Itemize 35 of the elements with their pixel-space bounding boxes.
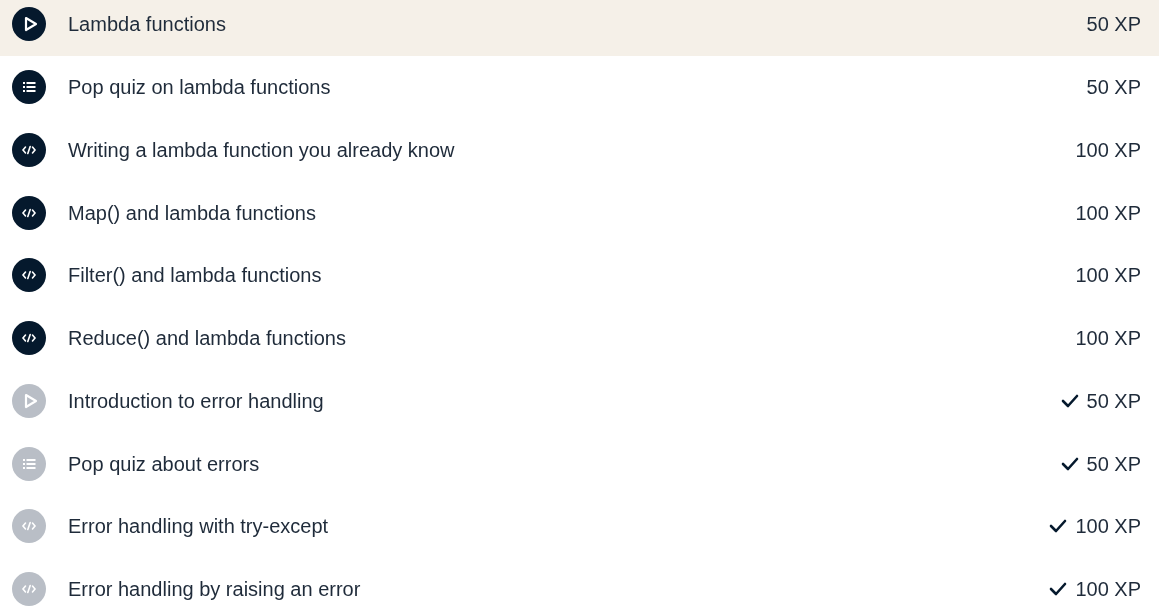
exercise-title: Writing a lambda function you already know [68,137,456,163]
exercise-title: Error handling with try-except [68,514,330,540]
code-icon [12,509,46,544]
exercise-title: Pop quiz on lambda functions [68,75,332,101]
exercise-row[interactable]: Lambda functions 50 XP [0,0,1159,56]
checkmark-icon [1060,393,1079,408]
code-icon [12,321,46,356]
play-icon [12,383,46,418]
xp-points: 100 XP [1075,577,1141,603]
code-icon [12,132,46,167]
exercise-title: Reduce() and lambda functions [68,326,347,352]
xp-points: 100 XP [1075,514,1141,540]
code-icon [12,195,46,230]
code-icon [12,572,46,607]
exercise-title: Map() and lambda functions [68,200,317,226]
exercise-title: Pop quiz about errors [68,451,261,477]
checkmark-icon [1049,582,1068,597]
xp-points: 100 XP [1075,326,1141,352]
xp-points: 100 XP [1075,137,1141,163]
checkmark-icon [1060,456,1079,471]
xp-points: 50 XP [1086,12,1141,38]
exercise-title: Error handling by raising an error [68,577,362,603]
list-icon [12,446,46,481]
exercise-title: Lambda functions [68,12,227,38]
xp-points: 50 XP [1086,451,1141,477]
xp-points: 100 XP [1075,200,1141,226]
code-icon [12,258,46,293]
play-icon [12,7,46,42]
xp-points: 50 XP [1086,388,1141,414]
checkmark-icon [1049,519,1068,534]
exercise-title: Filter() and lambda functions [68,263,323,289]
xp-points: 50 XP [1086,75,1141,101]
xp-points: 100 XP [1075,263,1141,289]
list-icon [12,70,46,105]
exercise-title: Introduction to error handling [68,388,325,414]
